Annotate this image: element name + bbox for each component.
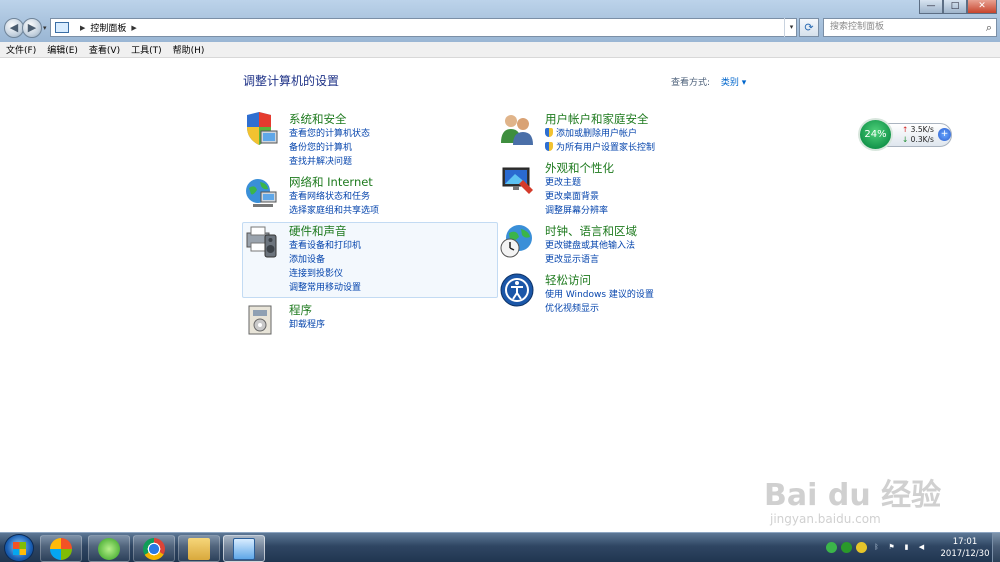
link-change-keyboard[interactable]: 更改键盘或其他输入法 [545,239,635,253]
control-panel-icon [233,537,255,560]
view-by-label: 查看方式: [671,78,711,88]
link-connect-projector[interactable]: 连接到投影仪 [289,267,361,281]
link-add-remove-accounts[interactable]: 添加或删除用户帐户 [545,127,655,141]
link-parental-controls[interactable]: 为所有用户设置家长控制 [545,141,655,155]
link-view-network-status[interactable]: 查看网络状态和任务 [289,190,379,204]
taskbar-app-explorer[interactable] [178,535,220,562]
download-speed: 0.3K/s [902,135,934,144]
taskbar: ᛒ ⚑ ▮ ◀ 17:01 2017/12/30 [0,532,1000,562]
category-title[interactable]: 轻松访问 [545,272,591,288]
category-title[interactable]: 系统和安全 [289,111,347,127]
menu-view[interactable]: 查看(V) [89,43,120,56]
search-placeholder: 搜索控制面板 [830,22,885,32]
category-title[interactable]: 程序 [289,302,312,318]
show-desktop-button[interactable] [992,533,1000,562]
control-panel-icon [55,22,69,33]
back-button[interactable]: ◀ [4,18,24,38]
programs-icon [248,305,272,335]
link-troubleshoot[interactable]: 查找并解决问题 [289,155,370,169]
bluetooth-icon[interactable]: ᛒ [871,542,882,553]
network-globe-icon [246,179,277,207]
menu-help[interactable]: 帮助(H) [173,43,205,56]
link-view-computer-status[interactable]: 查看您的计算机状态 [289,127,370,141]
link-display-language[interactable]: 更改显示语言 [545,253,635,267]
clock-globe-icon [500,225,532,258]
view-by-dropdown[interactable]: 类别 ▾ [721,78,746,88]
widget-percent: 24% [858,118,893,151]
maximize-button[interactable]: □ [943,0,967,14]
shield-computer-icon [247,112,278,145]
taskbar-clock[interactable]: 17:01 2017/12/30 [940,536,990,560]
display-icon [502,167,533,194]
category-title[interactable]: 时钟、语言和区域 [545,223,637,239]
link-devices-printers[interactable]: 查看设备和打印机 [289,239,361,253]
breadcrumb-arrow-icon[interactable]: ▶ [80,24,85,32]
link-windows-recommended-settings[interactable]: 使用 Windows 建议的设置 [545,288,654,302]
search-input[interactable]: 搜索控制面板 ⌕ [823,18,997,37]
network-speed-widget[interactable]: 24% 3.5K/s 0.3K/s + [858,118,954,151]
tray-update-icon[interactable] [856,542,867,553]
address-dropdown-icon[interactable]: ▾ [784,18,798,37]
link-backup-computer[interactable]: 备份您的计算机 [289,141,370,155]
category-title[interactable]: 用户帐户和家庭安全 [545,111,649,127]
watermark-url: jingyan.baidu.com [770,512,881,526]
menu-bar: 文件(F) 编辑(E) 查看(V) 工具(T) 帮助(H) [0,42,1000,58]
tray-shield-icon[interactable] [841,542,852,553]
menu-edit[interactable]: 编辑(E) [47,43,78,56]
link-change-theme[interactable]: 更改主题 [545,176,608,190]
window-titlebar: ◀ ▶ ▾ ▶ 控制面板 ▶ ▾ ⟳ 搜索控制面板 ⌕ — □ ✕ [0,0,1000,42]
taskbar-app-launcher[interactable] [40,535,82,562]
explorer-icon [188,537,210,560]
widget-plus-icon[interactable]: + [938,128,951,141]
breadcrumb-control-panel[interactable]: 控制面板 [90,21,126,34]
taskbar-app-ie[interactable] [88,535,130,562]
category-title[interactable]: 外观和个性化 [545,160,614,176]
link-mobility-settings[interactable]: 调整常用移动设置 [289,281,361,295]
windows-logo-icon [13,542,26,555]
printer-speaker-icon [246,226,277,258]
clock-date: 2017/12/30 [940,549,990,559]
link-uninstall-program[interactable]: 卸载程序 [289,318,325,332]
users-icon [501,115,533,145]
close-button[interactable]: ✕ [967,0,997,14]
recent-pages-dropdown[interactable]: ▾ [43,24,47,32]
network-icon[interactable]: ▮ [901,542,912,553]
ie-icon [98,537,120,560]
flag-icon[interactable]: ⚑ [886,542,897,553]
menu-tools[interactable]: 工具(T) [131,43,162,56]
menu-file[interactable]: 文件(F) [6,43,36,56]
refresh-icon[interactable]: ⟳ [799,18,819,37]
minimize-button[interactable]: — [919,0,943,14]
link-optimize-display[interactable]: 优化视频显示 [545,302,654,316]
category-title[interactable]: 网络和 Internet [289,174,373,190]
ease-of-access-icon [500,273,534,307]
volume-icon[interactable]: ◀ [916,542,927,553]
category-hover-highlight [242,222,498,298]
link-screen-resolution[interactable]: 调整屏幕分辨率 [545,204,608,218]
tray-360-icon[interactable] [826,542,837,553]
start-button[interactable] [4,534,34,562]
view-by: 查看方式: 类别 ▾ [671,75,746,88]
chrome-icon [143,537,165,560]
watermark-logo: Bai du 经验 [764,478,942,513]
search-icon[interactable]: ⌕ [986,19,992,36]
launcher-icon [50,537,72,560]
page-title: 调整计算机的设置 [243,74,340,88]
system-tray: ᛒ ⚑ ▮ ◀ [826,542,927,553]
address-bar[interactable]: ▶ 控制面板 ▶ [50,18,797,37]
category-title[interactable]: 硬件和声音 [289,223,347,239]
upload-speed: 3.5K/s [902,125,934,134]
link-change-background[interactable]: 更改桌面背景 [545,190,608,204]
taskbar-app-chrome[interactable] [133,535,175,562]
link-add-device[interactable]: 添加设备 [289,253,361,267]
forward-button[interactable]: ▶ [22,18,42,38]
breadcrumb-arrow-icon[interactable]: ▶ [131,24,136,32]
clock-time: 17:01 [952,537,978,547]
taskbar-app-control-panel[interactable] [223,535,265,562]
link-homegroup-sharing[interactable]: 选择家庭组和共享选项 [289,204,379,218]
